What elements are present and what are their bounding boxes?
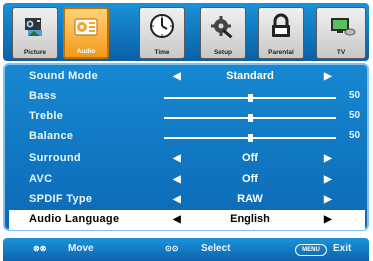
balance-label: Balance bbox=[29, 130, 74, 142]
row-spdif-type[interactable]: SPDIF Type ◀ RAW ▶ bbox=[11, 190, 363, 210]
key-hint-bar: ⊗⊗ Move ⊙⊙ Select MENU Exit bbox=[3, 238, 369, 261]
row-balance[interactable]: Balance 50 bbox=[11, 127, 363, 147]
bass-slider[interactable] bbox=[164, 94, 336, 102]
tab-label: TV bbox=[336, 49, 346, 56]
select-hint: Select bbox=[201, 243, 231, 254]
tab-label: Parental bbox=[268, 49, 294, 56]
tab-time[interactable]: Time bbox=[139, 7, 185, 59]
audio-language-value: English bbox=[230, 213, 270, 225]
clock-icon bbox=[150, 14, 174, 38]
exit-hint: Exit bbox=[333, 243, 352, 254]
right-arrow-icon[interactable]: ▶ bbox=[324, 153, 332, 164]
row-sound-mode[interactable]: Sound Mode ◀ Standard ▶ bbox=[11, 67, 363, 87]
left-arrow-icon[interactable]: ◀ bbox=[173, 153, 181, 164]
row-treble[interactable]: Treble 50 bbox=[11, 107, 363, 127]
tab-tv[interactable]: TV bbox=[316, 7, 366, 59]
treble-value: 50 bbox=[349, 110, 361, 121]
avc-value: Off bbox=[242, 173, 258, 185]
picture-icon bbox=[25, 18, 42, 36]
tv-osd-menu: Picture Audio Time Setup Parental TV Sou… bbox=[0, 0, 373, 261]
balance-slider[interactable] bbox=[164, 134, 336, 142]
tab-parental[interactable]: Parental bbox=[258, 7, 304, 59]
surround-value: Off bbox=[242, 152, 258, 164]
left-arrow-icon[interactable]: ◀ bbox=[173, 194, 181, 205]
sound-mode-label: Sound Mode bbox=[29, 70, 98, 82]
treble-slider-knob[interactable] bbox=[248, 114, 253, 122]
tab-setup[interactable]: Setup bbox=[200, 7, 246, 59]
balance-value: 50 bbox=[349, 130, 361, 141]
tab-label: Audio bbox=[76, 48, 96, 55]
treble-label: Treble bbox=[29, 110, 64, 122]
sound-mode-value: Standard bbox=[226, 70, 274, 82]
tab-picture[interactable]: Picture bbox=[12, 7, 58, 59]
bass-value: 50 bbox=[349, 90, 361, 101]
row-surround[interactable]: Surround ◀ Off ▶ bbox=[11, 149, 363, 169]
right-arrow-icon[interactable]: ▶ bbox=[324, 174, 332, 185]
tab-label: Setup bbox=[213, 49, 233, 56]
spdif-type-value: RAW bbox=[237, 193, 263, 205]
move-hint: Move bbox=[68, 243, 94, 254]
right-arrow-icon[interactable]: ▶ bbox=[324, 71, 332, 82]
surround-label: Surround bbox=[29, 152, 81, 164]
right-arrow-icon[interactable]: ▶ bbox=[324, 194, 332, 205]
up-down-keys-icon: ⊗⊗ bbox=[33, 244, 47, 253]
wrench-gear-icon bbox=[211, 16, 233, 39]
row-avc[interactable]: AVC ◀ Off ▶ bbox=[11, 170, 363, 190]
tab-label: Picture bbox=[23, 49, 47, 56]
row-audio-language[interactable]: Audio Language ◀ English ▶ bbox=[9, 210, 365, 230]
avc-label: AVC bbox=[29, 173, 53, 185]
audio-settings-panel: Sound Mode ◀ Standard ▶ Bass 50 Treble 5… bbox=[3, 63, 369, 231]
bass-label: Bass bbox=[29, 90, 57, 102]
audio-icon bbox=[74, 18, 98, 36]
audio-language-label: Audio Language bbox=[29, 213, 120, 225]
left-right-keys-icon: ⊙⊙ bbox=[165, 244, 179, 253]
left-arrow-icon[interactable]: ◀ bbox=[173, 71, 181, 82]
left-arrow-icon[interactable]: ◀ bbox=[173, 214, 181, 225]
satellite-tv-icon bbox=[331, 18, 356, 36]
bass-slider-knob[interactable] bbox=[248, 94, 253, 102]
right-arrow-icon[interactable]: ▶ bbox=[324, 214, 332, 225]
spdif-type-label: SPDIF Type bbox=[29, 193, 93, 205]
tab-audio[interactable]: Audio bbox=[63, 7, 109, 59]
lock-icon bbox=[272, 13, 290, 37]
tab-label: Time bbox=[154, 49, 170, 56]
menu-key-icon: MENU bbox=[295, 244, 327, 256]
menu-tab-bar: Picture Audio Time Setup Parental TV bbox=[3, 3, 369, 61]
left-arrow-icon[interactable]: ◀ bbox=[173, 174, 181, 185]
row-bass[interactable]: Bass 50 bbox=[11, 87, 363, 107]
treble-slider[interactable] bbox=[164, 114, 336, 122]
balance-slider-knob[interactable] bbox=[248, 134, 253, 142]
